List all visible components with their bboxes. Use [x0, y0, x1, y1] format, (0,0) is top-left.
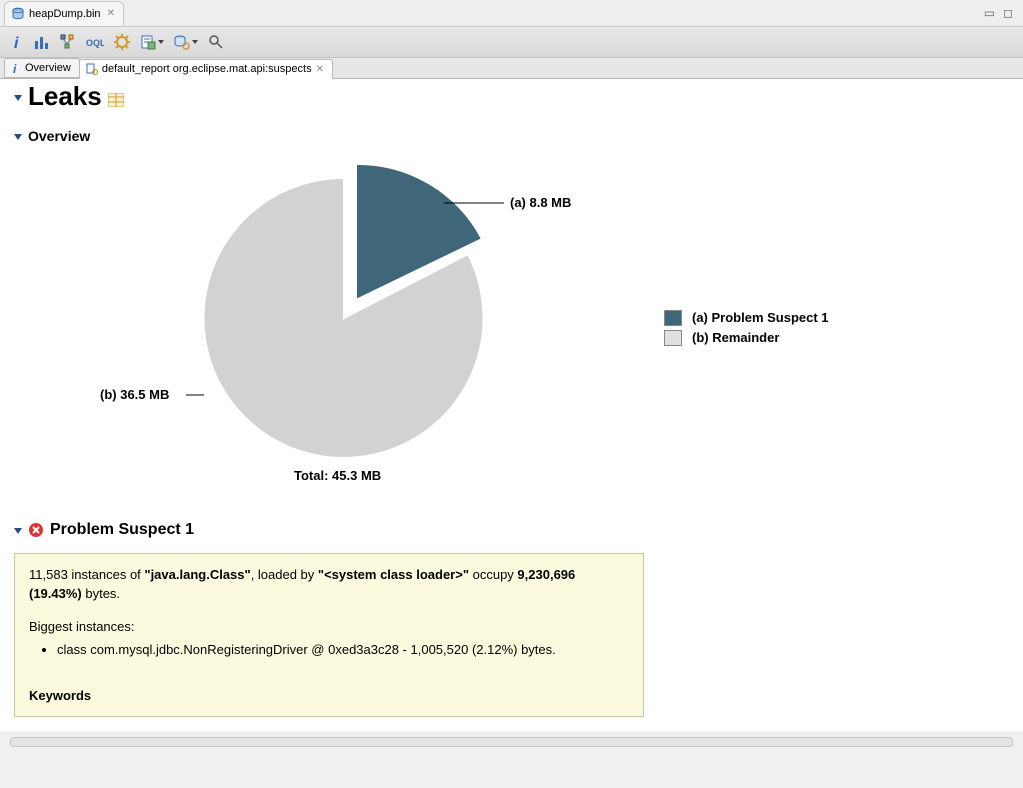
content-area: Leaks Overview (a) 8.8 MB (b) 36 — [0, 79, 1023, 731]
svg-text:OQL: OQL — [86, 38, 104, 48]
db-gear-icon — [174, 34, 190, 50]
keywords-head: Keywords — [29, 687, 629, 706]
main-toolbar: i OQL — [0, 27, 1023, 58]
error-icon — [28, 522, 44, 538]
tab-label: Overview — [25, 62, 71, 74]
dominator-tree-button[interactable] — [60, 32, 76, 52]
editor-tab-heapdump[interactable]: heapDump.bin ✕ — [4, 1, 124, 26]
overview-button[interactable]: i — [10, 32, 24, 52]
horizontal-scrollbar[interactable] — [10, 737, 1013, 747]
oql-button[interactable]: OQL — [86, 32, 104, 52]
close-icon[interactable]: ✕ — [316, 64, 324, 75]
slice-label-a: (a) 8.8 MB — [510, 195, 571, 210]
legend-label: (a) Problem Suspect 1 — [692, 310, 829, 325]
minimize-icon[interactable]: ▭ — [984, 6, 995, 20]
svg-text:i: i — [13, 62, 17, 74]
find-button[interactable] — [208, 32, 224, 52]
section-title-overview: Overview — [28, 128, 90, 144]
query-browser-dropdown[interactable] — [174, 32, 198, 52]
tab-default-report[interactable]: default_report org.eclipse.mat.api:suspe… — [79, 59, 333, 79]
section-leaks: Leaks — [14, 81, 1009, 112]
thread-overview-button[interactable] — [114, 32, 130, 52]
legend-item-b: (b) Remainder — [664, 330, 829, 346]
chart-legend: (a) Problem Suspect 1 (b) Remainder — [664, 310, 829, 350]
info-icon: i — [10, 34, 24, 50]
slice-label-b: (b) 36.5 MB — [100, 387, 169, 402]
run-report-dropdown[interactable] — [140, 32, 164, 52]
tab-overview[interactable]: i Overview — [4, 58, 80, 78]
editor-tab-bar: heapDump.bin ✕ ▭ ◻ — [0, 0, 1023, 27]
tab-label: default_report org.eclipse.mat.api:suspe… — [102, 63, 312, 75]
legend-swatch — [664, 310, 682, 326]
report-gear-icon — [86, 63, 98, 75]
instance-item: class com.mysql.jdbc.NonRegisteringDrive… — [57, 641, 629, 660]
pie-chart: (a) 8.8 MB (b) 36.5 MB Total: 45.3 MB — [34, 148, 634, 508]
info-icon: i — [11, 62, 21, 74]
twisty-icon[interactable] — [14, 129, 22, 143]
report-icon — [140, 34, 156, 50]
search-icon — [208, 34, 224, 50]
legend-item-a: (a) Problem Suspect 1 — [664, 310, 829, 326]
twisty-icon[interactable] — [14, 523, 22, 537]
sub-tab-bar: i Overview default_report org.eclipse.ma… — [0, 58, 1023, 79]
biggest-instances-head: Biggest instances: — [29, 618, 629, 637]
maximize-icon[interactable]: ◻ — [1003, 6, 1013, 20]
table-icon[interactable] — [108, 93, 124, 107]
oql-icon: OQL — [86, 35, 104, 49]
histogram-button[interactable] — [34, 32, 50, 52]
pie-chart-area: (a) 8.8 MB (b) 36.5 MB Total: 45.3 MB (a… — [34, 148, 1009, 511]
section-title-suspect: Problem Suspect 1 — [50, 521, 194, 539]
section-overview: Overview — [14, 128, 1009, 144]
legend-swatch — [664, 330, 682, 346]
section-title-leaks: Leaks — [28, 81, 102, 112]
tree-icon — [60, 34, 76, 50]
editor-tab-label: heapDump.bin — [29, 8, 101, 20]
close-icon[interactable]: ✕ — [107, 8, 115, 19]
problem-suspect-box: 11,583 instances of "java.lang.Class", l… — [14, 553, 644, 717]
svg-text:i: i — [14, 35, 19, 50]
suspect-intro: 11,583 instances of "java.lang.Class", l… — [29, 566, 629, 604]
section-problem-suspect: Problem Suspect 1 — [14, 521, 1009, 539]
twisty-icon[interactable] — [14, 90, 22, 104]
legend-label: (b) Remainder — [692, 330, 779, 345]
gear-icon — [114, 34, 130, 50]
chart-total: Total: 45.3 MB — [294, 468, 381, 483]
database-icon — [11, 7, 25, 21]
bar-chart-icon — [34, 34, 50, 50]
